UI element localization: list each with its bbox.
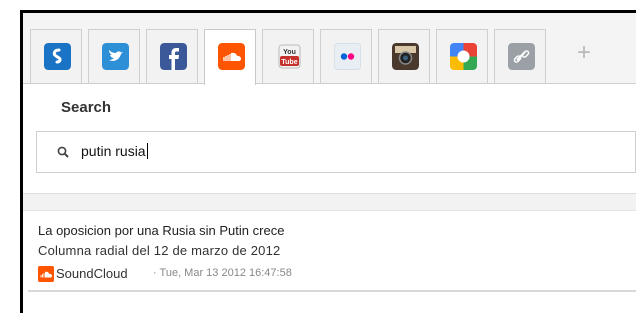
search-icon [57,146,69,158]
tab-youtube[interactable]: You Tube [262,29,314,83]
tab-flickr[interactable] [320,29,372,83]
result-item[interactable]: La oposicion por una Rusia sin Putin cre… [28,216,636,292]
facebook-icon [160,43,187,70]
search-query-text: putin rusia [81,143,146,159]
link-icon [508,43,535,70]
youtube-icon: You Tube [278,44,301,69]
twitter-icon [102,43,129,70]
service-tab-bar: You Tube + [23,13,636,85]
svg-text:You: You [283,49,296,56]
search-input-value: putin rusia [81,143,148,159]
app-frame: You Tube + Search putin rusia La oposici… [0,0,636,313]
soundcloud-icon [218,43,245,70]
instagram-icon [392,43,419,70]
add-tab-button[interactable]: + [577,41,591,65]
search-label: Search [61,99,112,116]
result-source-name[interactable]: SoundCloud [56,266,128,281]
tab-twitter[interactable] [88,29,140,83]
svg-text:Tube: Tube [281,59,297,66]
text-cursor [146,143,148,159]
search-panel: Search putin rusia [23,83,636,194]
result-timestamp: · Tue, Mar 13 2012 16:47:58 [153,267,292,279]
soundcloud-icon [38,266,54,282]
google-icon [450,43,477,70]
section-separator [23,193,636,211]
flickr-icon [334,43,361,70]
result-description: Columna radial del 12 de marzo de 2012 [38,243,281,258]
tab-link[interactable] [494,29,546,83]
tab-instagram[interactable] [378,29,430,83]
tab-google[interactable] [436,29,488,83]
result-title[interactable]: La oposicion por una Rusia sin Putin cre… [38,223,284,238]
shazam-icon [44,43,71,70]
tab-shazam[interactable] [30,29,82,83]
search-input[interactable]: putin rusia [36,131,636,173]
tab-facebook[interactable] [146,29,198,83]
tab-soundcloud[interactable] [204,29,256,85]
